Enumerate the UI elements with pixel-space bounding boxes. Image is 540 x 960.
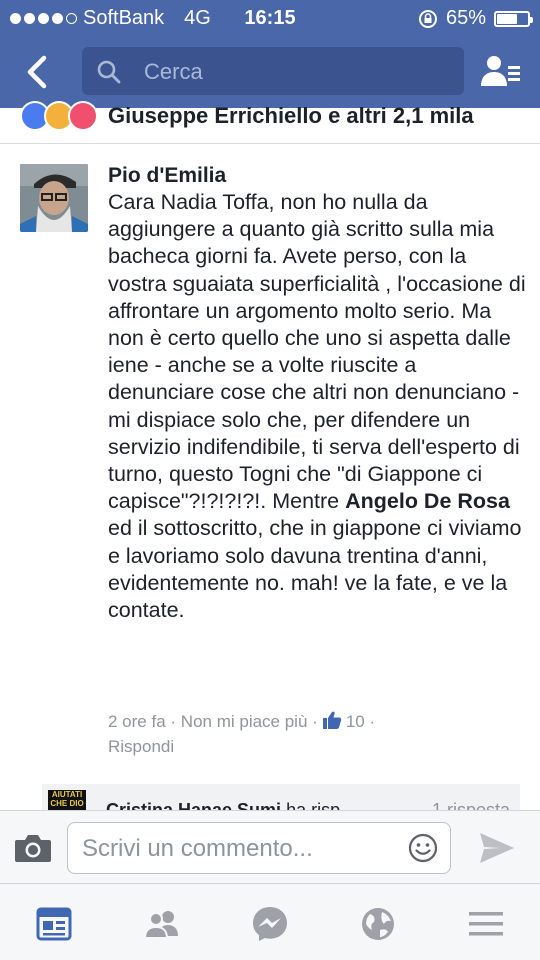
back-arrow-icon[interactable] — [20, 52, 56, 92]
search-input[interactable]: Cerca — [82, 47, 464, 95]
comment-author[interactable]: Pio d'Emilia — [108, 164, 226, 188]
reply-button[interactable]: Rispondi — [108, 737, 174, 756]
status-bar: SoftBank 4G 16:15 65% — [0, 0, 540, 36]
friend-list-icon[interactable] — [478, 52, 522, 92]
separator: · — [312, 712, 318, 731]
comment-time[interactable]: 2 ore fa — [108, 712, 166, 731]
comment-input[interactable]: Scrivi un commento... — [67, 822, 451, 874]
reply-author: Cristina Hanae Sumi — [106, 800, 282, 810]
news-feed-icon[interactable] — [34, 904, 74, 944]
send-icon[interactable] — [478, 831, 516, 865]
comment-meta: 2 ore fa · Non mi piace più · 10 · Rispo… — [108, 709, 528, 759]
reply-avatar: AIUTATI CHE DIO — [48, 790, 86, 810]
separator: · — [369, 712, 376, 731]
separator: · — [170, 712, 177, 731]
battery-icon — [494, 10, 533, 27]
thumbs-up-icon — [322, 711, 342, 729]
comment-composer: Scrivi un commento... — [0, 810, 540, 884]
reactions-summary[interactable]: Giuseppe Errichiello e altri 2,1 mila — [0, 96, 540, 144]
notifications-globe-icon[interactable] — [358, 904, 398, 944]
emoji-icon[interactable] — [408, 833, 438, 863]
rotation-lock-icon — [418, 9, 437, 28]
reply-count: · 1 risposta — [420, 800, 510, 810]
unlike-button[interactable]: Non mi piace più — [181, 712, 308, 731]
tab-bar — [0, 884, 540, 960]
search-placeholder: Cerca — [144, 59, 203, 84]
divider — [0, 143, 540, 144]
menu-icon[interactable] — [466, 904, 506, 944]
mention-link[interactable]: Angelo De Rosa — [345, 489, 510, 513]
love-reaction-icon — [68, 101, 98, 131]
like-count[interactable]: 10 — [346, 712, 365, 731]
search-icon — [97, 60, 121, 84]
reply-preview[interactable]: AIUTATI CHE DIO Cristina Hanae Sumi ha r… — [42, 784, 520, 810]
battery-percent: 65% — [445, 7, 486, 29]
comment-placeholder: Scrivi un commento... — [82, 835, 313, 862]
reactions-text: Giuseppe Errichiello e altri 2,1 mila — [108, 103, 474, 128]
avatar[interactable] — [20, 164, 88, 232]
reply-avatar-text: AIUTATI CHE DIO — [50, 790, 84, 808]
camera-icon[interactable] — [14, 833, 52, 863]
avatar-photo — [20, 164, 88, 232]
comment-text: Cara Nadia Toffa, non ho nulla da aggiun… — [108, 189, 526, 624]
friends-icon[interactable] — [142, 904, 182, 944]
reply-action: ha risp... — [286, 800, 356, 810]
comment-text-part: Cara Nadia Toffa, non ho nulla da aggiun… — [108, 190, 532, 514]
top-bar: SoftBank 4G 16:15 65% Cerca — [0, 0, 540, 108]
messenger-icon[interactable] — [250, 904, 290, 944]
